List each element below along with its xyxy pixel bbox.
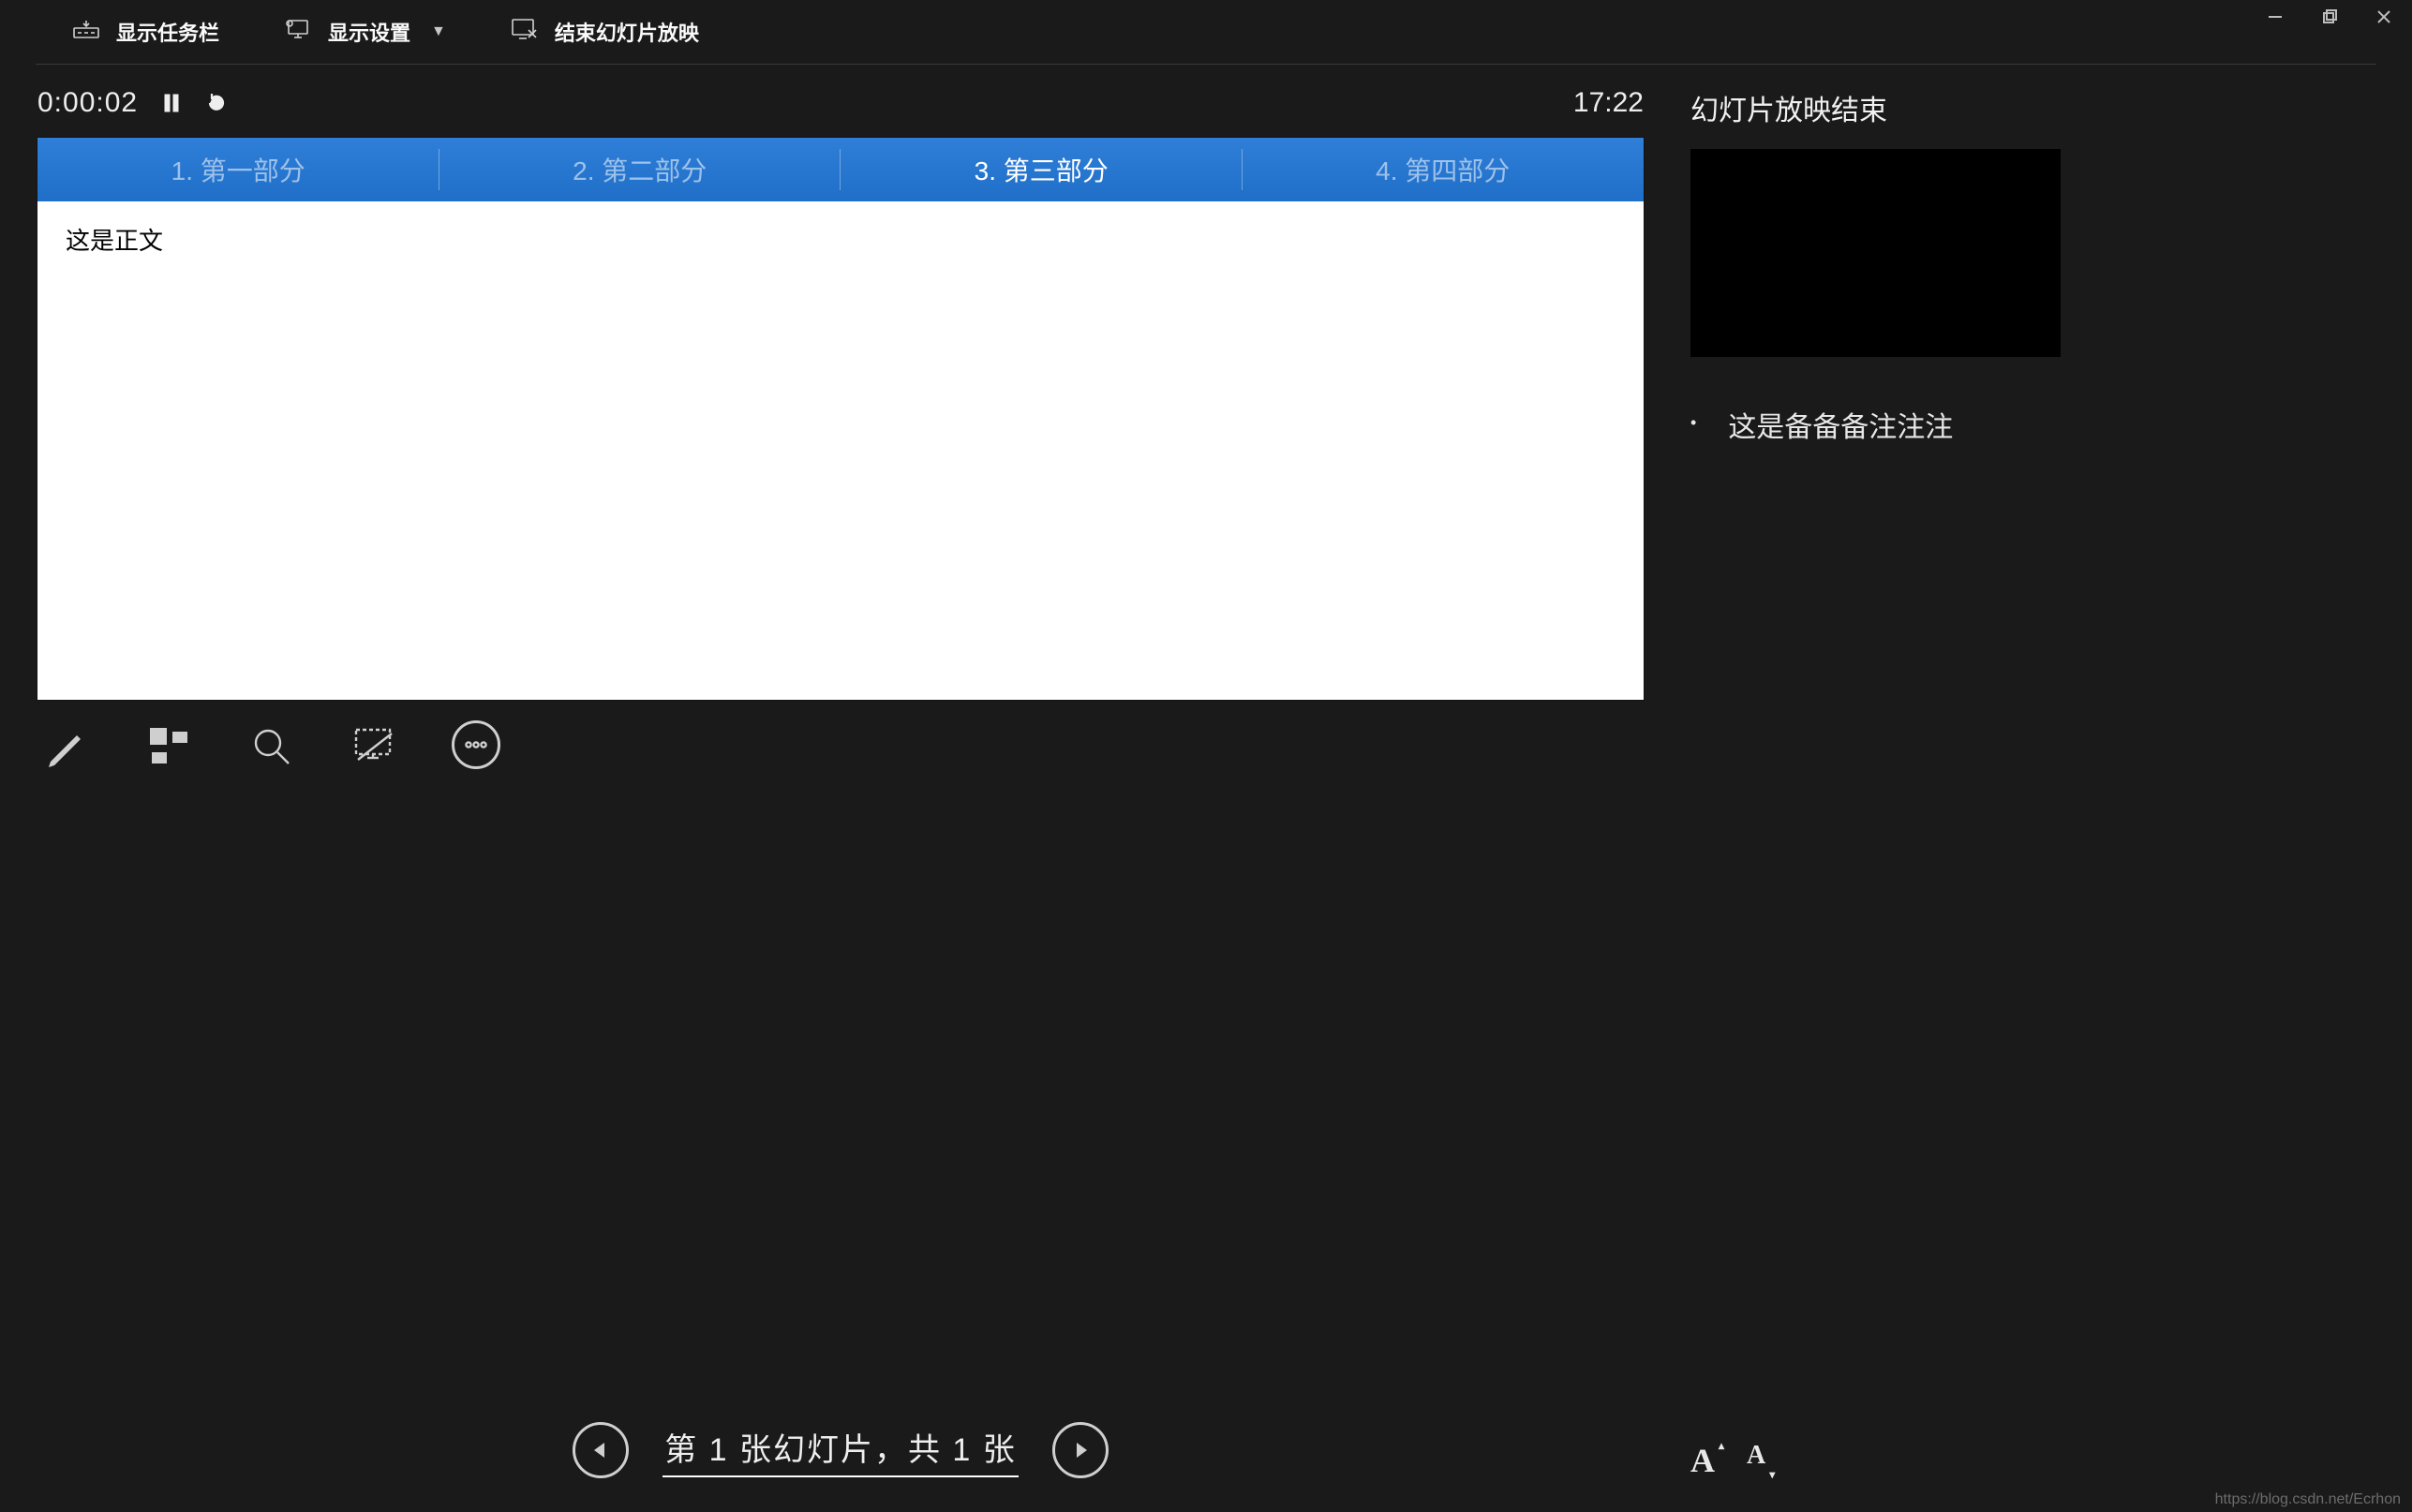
more-tools[interactable] <box>452 720 500 769</box>
black-screen-tool[interactable] <box>349 720 401 773</box>
taskbar-icon <box>73 19 99 45</box>
slide-tab-2[interactable]: 2. 第二部分 <box>439 138 841 201</box>
restore-button[interactable] <box>2315 6 2345 28</box>
slide-tab-label: 2. 第二部分 <box>573 151 707 188</box>
slide-nav: 第 1 张幻灯片，共 1 张 <box>37 1422 1644 1512</box>
watermark: https://blog.csdn.net/Ecrhon <box>2215 1491 2401 1508</box>
decrease-font-button[interactable]: A▾ <box>1747 1441 1765 1480</box>
monitor-gear-icon <box>285 19 311 45</box>
restart-button[interactable] <box>205 92 228 114</box>
slide-tab-label: 3. 第三部分 <box>975 151 1109 188</box>
bullet-icon: • <box>1690 404 1696 445</box>
elapsed-time: 0:00:02 <box>37 87 138 119</box>
current-slide: 1. 第一部分 2. 第二部分 3. 第三部分 4. 第四部分 这是正文 <box>37 138 1644 700</box>
slide-tabs: 1. 第一部分 2. 第二部分 3. 第三部分 4. 第四部分 <box>37 138 1644 201</box>
slide-tab-3[interactable]: 3. 第三部分 <box>841 138 1243 201</box>
display-settings-button[interactable]: 显示设置 ▼ <box>285 17 446 47</box>
display-settings-label: 显示设置 <box>328 17 410 47</box>
chevron-down-icon: ▼ <box>431 23 446 40</box>
slide-tools <box>37 700 1644 793</box>
timer-row: 0:00:02 17:22 <box>37 87 1644 119</box>
prev-slide-button[interactable] <box>573 1422 629 1478</box>
next-slide-thumbnail[interactable] <box>1690 149 2061 357</box>
end-slideshow-label: 结束幻灯片放映 <box>555 17 699 47</box>
top-toolbar: 显示任务栏 显示设置 ▼ 结束幻灯片放映 <box>36 0 2376 65</box>
slide-tab-label: 1. 第一部分 <box>171 151 305 188</box>
next-slide-title: 幻灯片放映结束 <box>1690 87 2375 128</box>
all-slides-tool[interactable] <box>142 720 195 773</box>
end-slideshow-icon <box>512 19 538 45</box>
slide-tab-label: 4. 第四部分 <box>1376 151 1510 188</box>
end-slideshow-button[interactable]: 结束幻灯片放映 <box>512 17 699 47</box>
pause-button[interactable] <box>160 92 183 114</box>
show-taskbar-label: 显示任务栏 <box>116 17 219 47</box>
slide-tab-1[interactable]: 1. 第一部分 <box>37 138 439 201</box>
increase-font-button[interactable]: A▴ <box>1690 1441 1715 1480</box>
close-button[interactable] <box>2369 6 2399 28</box>
speaker-notes: • 这是备备备注注注 <box>1690 404 2375 445</box>
show-taskbar-button[interactable]: 显示任务栏 <box>73 17 219 47</box>
minimize-button[interactable] <box>2260 6 2290 28</box>
wall-clock: 17:22 <box>1573 87 1644 119</box>
slide-tab-4[interactable]: 4. 第四部分 <box>1243 138 1645 201</box>
pen-tool[interactable] <box>39 720 92 773</box>
slide-body: 这是正文 <box>37 201 1644 700</box>
slide-counter[interactable]: 第 1 张幻灯片，共 1 张 <box>663 1424 1019 1477</box>
next-slide-button[interactable] <box>1052 1422 1109 1478</box>
notes-text: 这是备备备注注注 <box>1728 404 1953 445</box>
slide-body-text: 这是正文 <box>66 227 163 255</box>
zoom-tool[interactable] <box>246 720 298 773</box>
